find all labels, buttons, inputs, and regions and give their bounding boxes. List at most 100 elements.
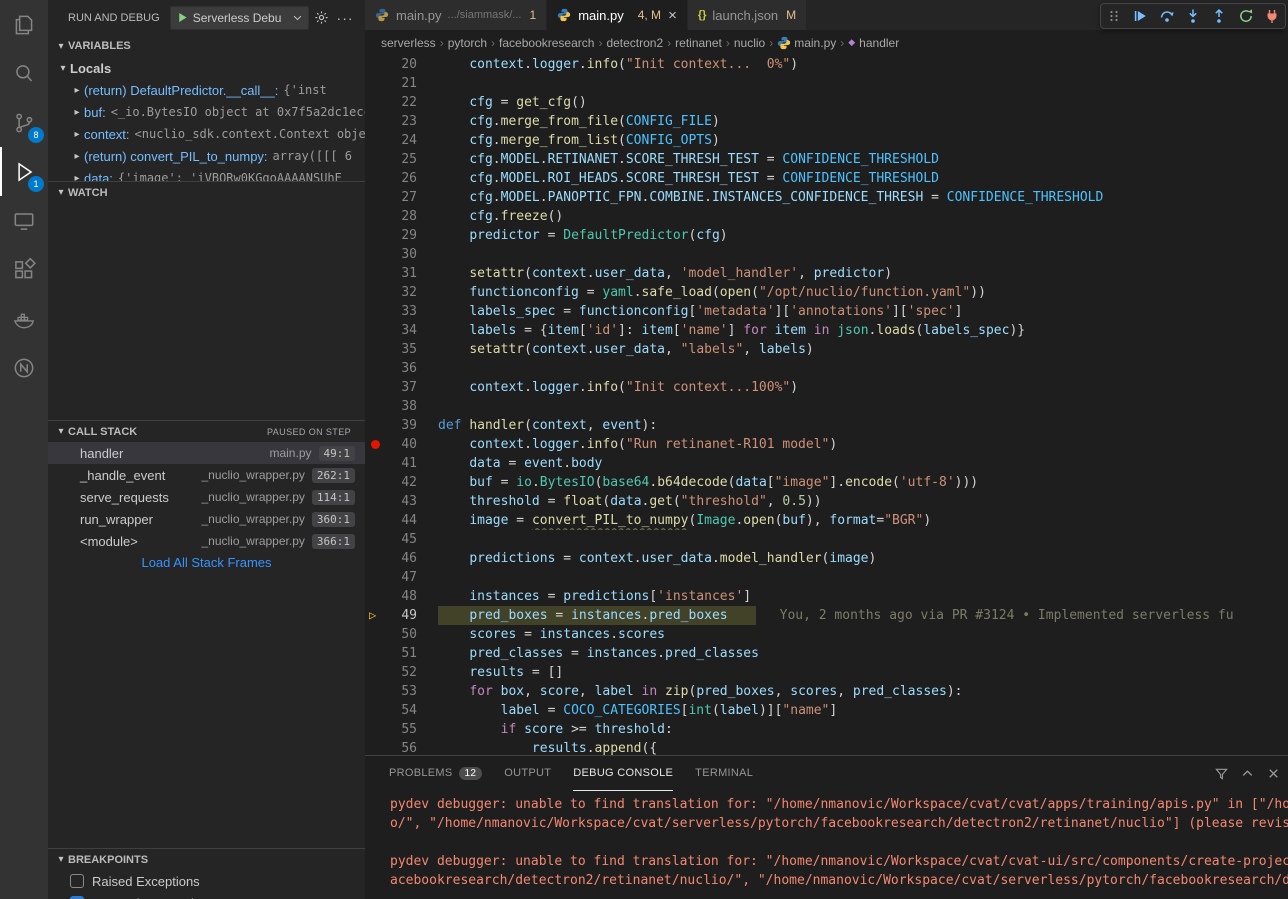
section-header-call-stack[interactable]: ▾ CALL STACK PAUSED ON STEP [48,420,365,442]
line-number[interactable]: 31 [387,264,417,283]
code-line[interactable]: 27 cfg.MODEL.PANOPTIC_FPN.COMBINE.INSTAN… [365,188,1288,207]
line-number[interactable]: 39 [387,416,417,435]
tab-main-py-retinanet[interactable]: main.py 4, M × [547,0,688,30]
tab-main-py-siammask[interactable]: main.py .../siammask/... 1 [365,0,547,30]
search-icon[interactable] [0,49,48,98]
breadcrumb-item[interactable]: facebookresearch [499,36,594,50]
variable-row[interactable]: ▸buf:<_io.BytesIO object at 0x7f5a2dc1ec… [48,101,365,123]
code-line[interactable]: 22 cfg = get_cfg() [365,93,1288,112]
code-line[interactable]: 34 labels = {item['id']: item['name'] fo… [365,321,1288,340]
line-number[interactable]: 52 [387,663,417,682]
disconnect-button[interactable] [1260,5,1284,27]
line-number[interactable]: 27 [387,188,417,207]
debug-config-dropdown[interactable]: Serverless Debu [170,6,310,30]
code-line[interactable]: 23 cfg.merge_from_file(CONFIG_FILE) [365,112,1288,131]
gutter-glyph-margin[interactable] [365,340,387,359]
code-line[interactable]: 43 threshold = float(data.get("threshold… [365,492,1288,511]
line-number[interactable]: 42 [387,473,417,492]
line-number[interactable]: 22 [387,93,417,112]
code-line[interactable]: 40 context.logger.info("Run retinanet-R1… [365,435,1288,454]
gutter-glyph-margin[interactable] [365,587,387,606]
code-line[interactable]: 41 data = event.body [365,454,1288,473]
code-line[interactable]: 50 scores = instances.scores [365,625,1288,644]
code-line[interactable]: 28 cfg.freeze() [365,207,1288,226]
line-number[interactable]: 34 [387,321,417,340]
code-line[interactable]: 42 buf = io.BytesIO(base64.b64decode(dat… [365,473,1288,492]
gutter-glyph-margin[interactable] [365,378,387,397]
gutter-glyph-margin[interactable] [365,112,387,131]
line-number[interactable]: 44 [387,511,417,530]
breadcrumb-item[interactable]: detectron2 [606,36,663,50]
gutter-glyph-margin[interactable] [365,188,387,207]
code-line[interactable]: 26 cfg.MODEL.ROI_HEADS.SCORE_THRESH_TEST… [365,169,1288,188]
breakpoint-option[interactable]: ✓Uncaught Exceptions [48,892,365,899]
line-number[interactable]: 48 [387,587,417,606]
gutter-glyph-margin[interactable]: ▷ [365,606,387,625]
gutter-glyph-margin[interactable] [365,283,387,302]
step-into-button[interactable] [1181,5,1205,27]
filter-icon[interactable] [1208,763,1234,785]
docker-icon[interactable] [0,294,48,343]
code-line[interactable]: 45 [365,530,1288,549]
gutter-glyph-margin[interactable] [365,93,387,112]
line-number[interactable]: 33 [387,302,417,321]
step-over-button[interactable] [1155,5,1179,27]
code-line[interactable]: 44 image = convert_PIL_to_numpy(Image.op… [365,511,1288,530]
continue-button[interactable] [1128,5,1152,27]
breadcrumb-item[interactable]: main.py [777,36,836,50]
line-number[interactable]: 29 [387,226,417,245]
line-number[interactable]: 56 [387,739,417,755]
breadcrumb-item[interactable]: serverless [381,36,436,50]
code-line[interactable]: 32 functionconfig = yaml.safe_load(open(… [365,283,1288,302]
breadcrumb-item[interactable]: nuclio [734,36,765,50]
gutter-glyph-margin[interactable] [365,226,387,245]
more-actions-icon[interactable]: ··· [333,6,357,30]
code-line[interactable]: 36 [365,359,1288,378]
gutter-glyph-margin[interactable] [365,359,387,378]
tab-debug-console[interactable]: DEBUG CONSOLE [573,756,673,791]
line-number[interactable]: 30 [387,245,417,264]
line-number[interactable]: 37 [387,378,417,397]
section-header-breakpoints[interactable]: ▾ BREAKPOINTS [48,848,365,870]
gutter-glyph-margin[interactable] [365,739,387,755]
gutter-glyph-margin[interactable] [365,321,387,340]
code-line[interactable]: 56 results.append({ [365,739,1288,755]
line-number[interactable]: 20 [387,55,417,74]
line-number[interactable]: 49 [387,606,417,625]
variables-scope-locals[interactable]: ▾Locals [48,57,365,79]
gutter-glyph-margin[interactable] [365,245,387,264]
close-icon[interactable]: × [668,7,677,24]
line-number[interactable]: 28 [387,207,417,226]
drag-handle-icon[interactable] [1102,5,1126,27]
remote-explorer-icon[interactable] [0,196,48,245]
line-number[interactable]: 45 [387,530,417,549]
breadcrumb-item[interactable]: ◆handler [848,36,899,50]
gutter-glyph-margin[interactable] [365,416,387,435]
breakpoint-option[interactable]: Raised Exceptions [48,870,365,892]
code-line[interactable]: 20 context.logger.info("Init context... … [365,55,1288,74]
gutter-glyph-margin[interactable] [365,435,387,454]
gutter-glyph-margin[interactable] [365,663,387,682]
breadcrumb-item[interactable]: pytorch [448,36,487,50]
gutter-glyph-margin[interactable] [365,454,387,473]
variable-row[interactable]: ▸(return) DefaultPredictor.__call__:{'in… [48,79,365,101]
stack-frame[interactable]: <module>_nuclio_wrapper.py366:1 [48,530,365,552]
checkbox[interactable] [70,874,84,888]
line-number[interactable]: 38 [387,397,417,416]
line-number[interactable]: 41 [387,454,417,473]
gutter-glyph-margin[interactable] [365,682,387,701]
code-line[interactable]: 30 [365,245,1288,264]
line-number[interactable]: 32 [387,283,417,302]
extensions-icon[interactable] [0,245,48,294]
gutter-glyph-margin[interactable] [365,568,387,587]
code-editor[interactable]: 20 context.logger.info("Init context... … [365,55,1288,755]
gear-icon[interactable] [309,6,333,30]
stack-frame[interactable]: _handle_event_nuclio_wrapper.py262:1 [48,464,365,486]
section-header-variables[interactable]: ▾ VARIABLES [48,35,365,57]
code-line[interactable]: 52 results = [] [365,663,1288,682]
breakpoint-dot[interactable] [371,440,380,449]
code-line[interactable]: ▷49 pred_boxes = instances.pred_boxesYou… [365,606,1288,625]
line-number[interactable]: 54 [387,701,417,720]
gutter-glyph-margin[interactable] [365,55,387,74]
line-number[interactable]: 46 [387,549,417,568]
